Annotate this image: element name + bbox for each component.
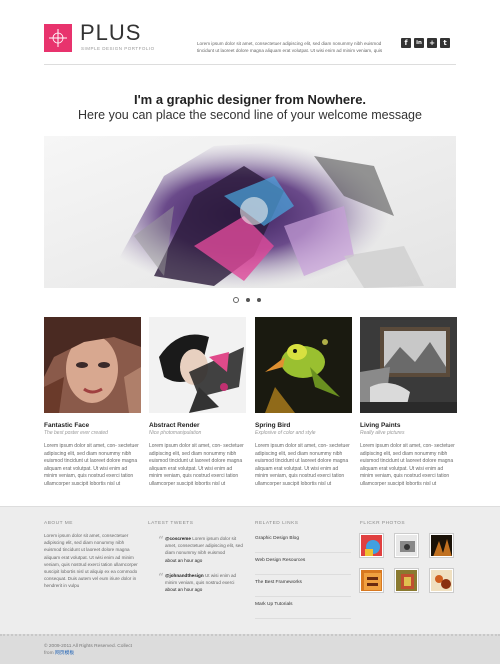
portfolio-thumbnail[interactable] — [255, 317, 352, 413]
slider-dot-2[interactable] — [246, 298, 250, 302]
tweet-time[interactable]: about an hour ago — [165, 587, 248, 592]
flickr-photo[interactable] — [430, 534, 453, 557]
portfolio-item[interactable]: Abstract Render Nice photomanipulation L… — [149, 317, 246, 489]
crosshair-icon — [49, 29, 67, 47]
tweet-item: “ @coscreme Lorem ipsum dolor sit amet, … — [148, 534, 248, 563]
twitter-icon[interactable]: t — [440, 38, 450, 48]
footer-heading: RELATED LINKS — [255, 521, 299, 526]
footer: ABOUT ME Lorem ipsum dolor sit amet, con… — [0, 506, 500, 634]
flickr-photo[interactable] — [430, 569, 453, 592]
logo-text[interactable]: PLUS — [80, 22, 141, 44]
portfolio-subtitle: Explosive of color and style — [255, 430, 316, 436]
slider-dot-1[interactable] — [233, 297, 239, 303]
welcome-subheading: Here you can place the second line of yo… — [78, 108, 422, 122]
copyright-text: © 2009-2011 All Rights Reserved. Collect — [44, 644, 132, 649]
logo-tagline: SIMPLE DESIGN PORTFOLIO — [81, 46, 155, 51]
footer-flickr: FLICKR PHOTOS — [360, 521, 453, 592]
portfolio-subtitle: Really alive pictures — [360, 430, 405, 436]
facebook-icon[interactable]: f — [401, 38, 411, 48]
portfolio-title[interactable]: Fantastic Face — [44, 422, 141, 429]
portfolio-description: Lorem ipsum dolor sit amet, con- sectetu… — [255, 443, 350, 487]
portfolio-description: Lorem ipsum dolor sit amet, con- sectetu… — [149, 443, 244, 487]
portfolio-item[interactable]: Fantastic Face The best poster ever crea… — [44, 317, 141, 489]
flickr-photo[interactable] — [395, 534, 418, 557]
header-divider — [44, 64, 456, 65]
copyright: © 2009-2011 All Rights Reserved. Collect… — [44, 643, 132, 657]
portfolio-title[interactable]: Living Paints — [360, 422, 457, 429]
linkedin-icon[interactable]: in — [414, 38, 424, 48]
related-link[interactable]: The Best Frameworks — [255, 575, 351, 597]
related-links-list: Graphic Design Blog Web Design Resources… — [255, 531, 351, 619]
portfolio-thumbnail[interactable] — [360, 317, 457, 413]
portfolio-item[interactable]: Living Paints Really alive pictures Lore… — [360, 317, 457, 489]
header-intro-text: Lorem ipsum dolor sit amet, consectetuer… — [197, 41, 383, 53]
about-text: Lorem ipsum dolor sit amet, consectetuer… — [44, 533, 138, 589]
flickr-photo[interactable] — [360, 569, 383, 592]
tweet-user[interactable]: @johnandthesign — [165, 573, 204, 578]
tweet-item: “ @johnandthesign Ut wisi enim ad minim … — [148, 570, 248, 592]
logo-mark[interactable] — [44, 24, 72, 52]
related-link[interactable]: Graphic Design Blog — [255, 531, 351, 553]
flickr-grid — [360, 534, 453, 592]
slider-dot-3[interactable] — [257, 298, 261, 302]
portfolio-item[interactable]: Spring Bird Explosive of color and style… — [255, 317, 352, 489]
footer-heading: FLICKR PHOTOS — [360, 521, 406, 526]
slider-dots — [233, 297, 261, 303]
related-link[interactable]: Web Design Resources — [255, 553, 351, 575]
footer-heading: LATEST TWEETS — [148, 521, 194, 526]
portfolio-thumbnail[interactable] — [44, 317, 141, 413]
quote-icon: “ — [158, 534, 164, 547]
footer-tweets: LATEST TWEETS “ @coscreme Lorem ipsum do… — [148, 521, 248, 592]
copyright-from: from — [44, 651, 54, 656]
hero-slider-image[interactable] — [44, 136, 456, 288]
portfolio-description: Lorem ipsum dolor sit amet, con- sectetu… — [360, 443, 455, 487]
site-header: PLUS SIMPLE DESIGN PORTFOLIO Lorem ipsum… — [0, 0, 500, 70]
footer-about: ABOUT ME Lorem ipsum dolor sit amet, con… — [44, 521, 139, 590]
welcome-heading: I'm a graphic designer from Nowhere. — [133, 92, 367, 107]
plus-icon[interactable]: + — [427, 38, 437, 48]
portfolio-subtitle: Nice photomanipulation — [149, 430, 202, 436]
portfolio-title[interactable]: Spring Bird — [255, 422, 352, 429]
quote-icon: “ — [158, 570, 164, 584]
copyright-link[interactable]: 网页模板 — [55, 651, 74, 656]
tweet-time[interactable]: about an hour ago — [165, 558, 248, 563]
portfolio-thumbnail[interactable] — [149, 317, 246, 413]
flickr-photo[interactable] — [395, 569, 418, 592]
portfolio-description: Lorem ipsum dolor sit amet, con- sectetu… — [44, 443, 139, 487]
footer-links: RELATED LINKS Graphic Design Blog Web De… — [255, 521, 351, 619]
bottom-bar: © 2009-2011 All Rights Reserved. Collect… — [0, 634, 500, 664]
flickr-photo[interactable] — [360, 534, 383, 557]
related-link[interactable]: Mark Up Tutorials — [255, 597, 351, 619]
social-links: f in + t — [401, 38, 450, 48]
tweet-user[interactable]: @coscreme — [165, 536, 191, 541]
portfolio-grid: Fantastic Face The best poster ever crea… — [44, 317, 457, 502]
portfolio-title[interactable]: Abstract Render — [149, 422, 246, 429]
footer-heading: ABOUT ME — [44, 521, 73, 526]
portfolio-subtitle: The best poster ever created — [44, 430, 108, 436]
